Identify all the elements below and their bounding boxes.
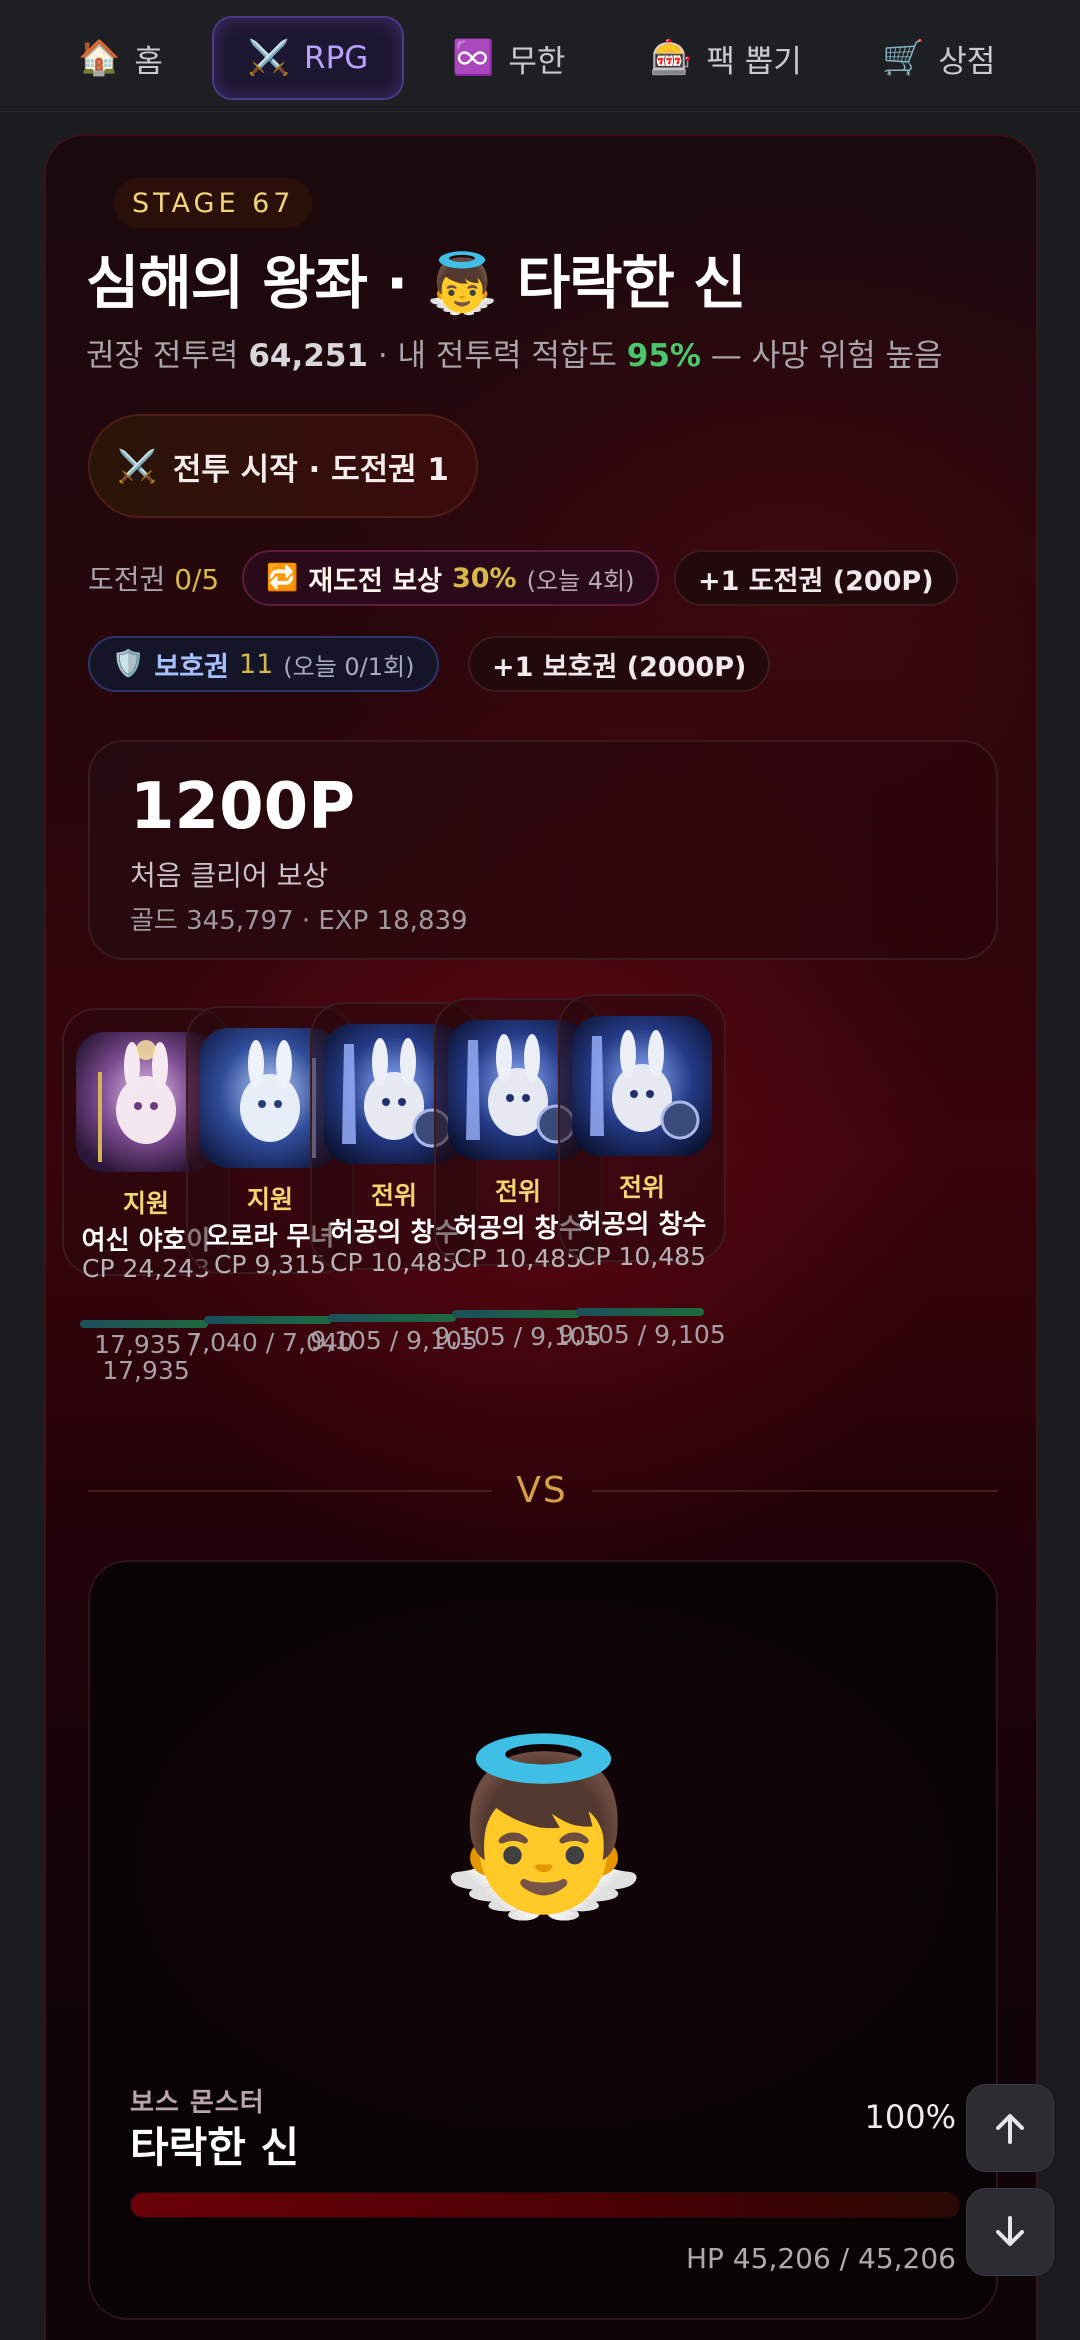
retry-note: (오늘 4회) — [526, 566, 635, 595]
cart-icon: 🛒 — [882, 38, 925, 78]
reward-label: 처음 클리어 보상 — [130, 859, 329, 892]
hero-hp-fill — [80, 1320, 208, 1328]
nav-infinite[interactable]: ♾️ 무한 — [432, 16, 585, 100]
hero-hp-fill — [576, 1308, 704, 1316]
scroll-up-button[interactable] — [966, 2084, 1054, 2172]
nav-rpg-label: RPG — [304, 40, 369, 76]
nav-shop[interactable]: 🛒 상점 — [862, 16, 1015, 100]
hero-hp-fill — [204, 1316, 332, 1324]
boss-hp-fill — [131, 2193, 959, 2217]
hero-card[interactable]: 전위 허공의 창수 — [558, 994, 726, 1262]
hero-name: 허공의 창수 — [577, 1210, 707, 1240]
boss-hp-percent: 100% — [864, 2098, 956, 2136]
angel-icon: 👼 — [438, 1728, 650, 1926]
buy-shield-button[interactable]: +1 보호권 (2000P) — [468, 636, 771, 692]
boss-panel: 👼 보스 몬스터 타락한 신 100% HP 45,206 / 45,206 — [88, 1560, 998, 2320]
shield-badge: 🛡️ 보호권 11 (오늘 0/1회) — [88, 636, 439, 692]
reward-detail: 골드 345,797 · EXP 18,839 — [130, 906, 468, 936]
nav-infinite-label: 무한 — [508, 43, 566, 80]
shield-icon: 🛡️ — [112, 649, 145, 679]
ticket-label: 도전권 — [88, 563, 166, 596]
hero-hp: 9,105 / 9,105 — [558, 1320, 726, 1349]
retry-label: 재도전 보상 — [308, 565, 442, 597]
infinity-icon: ♾️ — [452, 38, 495, 78]
stage-card: STAGE 67 심해의 왕좌 · 👼 타락한 신 권장 전투력 64,251 … — [44, 134, 1038, 2340]
vs-divider-right — [592, 1490, 998, 1492]
vs-divider-left — [88, 1490, 492, 1492]
boss-name: 타락한 신 — [130, 2123, 300, 2172]
ticket-value: 0/5 — [174, 563, 220, 596]
hero-hp-fill — [328, 1314, 456, 1322]
top-nav: 🏠 홈 ⚔️ RPG ♾️ 무한 🎰 팩 뽑기 🛒 상점 — [0, 0, 1080, 112]
hero-portrait — [572, 1016, 712, 1156]
nav-home-label: 홈 — [134, 43, 163, 80]
stage-title: 심해의 왕좌 · 👼 타락한 신 — [86, 249, 746, 317]
retry-reward-badge: 🔁 재도전 보상 30% (오늘 4회) — [242, 550, 659, 606]
risk-text: — 사망 위험 높음 — [700, 338, 943, 374]
hero-cp: CP 10,485 — [578, 1242, 706, 1271]
fit-label: 내 전투력 적합도 — [397, 338, 617, 374]
nav-shop-label: 상점 — [938, 43, 996, 80]
hero-hp-bar — [452, 1310, 580, 1318]
recommended-value: 64,251 — [248, 338, 368, 374]
vs-label: VS — [516, 1470, 568, 1511]
nav-rpg[interactable]: ⚔️ RPG — [212, 16, 404, 100]
arrow-down-icon — [996, 2216, 1024, 2246]
ticket-count: 도전권 0/5 — [88, 548, 219, 608]
nav-home[interactable]: 🏠 홈 — [58, 16, 183, 100]
nav-pack-label: 팩 뽑기 — [706, 43, 802, 80]
shield-value: 11 — [238, 648, 274, 680]
fit-value: 95% — [626, 338, 701, 374]
shield-note: (오늘 0/1회) — [283, 652, 415, 681]
crossed-swords-icon: ⚔️ — [117, 447, 157, 485]
scroll-down-button[interactable] — [966, 2188, 1054, 2276]
shield-label: 보호권 — [154, 651, 229, 683]
boss-hp-text: HP 45,206 / 45,206 — [685, 2242, 956, 2275]
reward-amount: 1200P — [130, 770, 356, 844]
nav-pack[interactable]: 🎰 팩 뽑기 — [630, 16, 822, 100]
hero-hp-bar — [576, 1308, 704, 1316]
separator: · — [367, 338, 398, 374]
hero-hp-bar — [328, 1314, 456, 1322]
start-battle-button[interactable]: ⚔️ 전투 시작 · 도전권 1 — [88, 414, 478, 518]
recommended-label: 권장 전투력 — [86, 338, 239, 374]
hero-hp-bar — [204, 1316, 332, 1324]
start-battle-label: 전투 시작 · 도전권 1 — [172, 451, 449, 488]
first-clear-reward: 1200P 처음 클리어 보상 골드 345,797 · EXP 18,839 — [88, 740, 998, 960]
stage-recommendation: 권장 전투력 64,251 · 내 전투력 적합도 95% — 사망 위험 높음 — [86, 330, 943, 375]
arrow-up-icon — [996, 2114, 1024, 2144]
slot-machine-icon: 🎰 — [650, 38, 693, 78]
hero-hp-fill — [452, 1310, 580, 1318]
repeat-icon: 🔁 — [266, 563, 299, 593]
buy-ticket-button[interactable]: +1 도전권 (200P) — [674, 550, 958, 606]
stage-badge: STAGE 67 — [114, 178, 313, 228]
crossed-swords-icon: ⚔️ — [247, 38, 291, 78]
hero-role: 전위 — [618, 1173, 665, 1202]
retry-value: 30% — [451, 562, 517, 594]
hero-hp-bar — [80, 1320, 208, 1328]
boss-hp-bar — [130, 2192, 960, 2218]
house-icon: 🏠 — [78, 38, 121, 78]
